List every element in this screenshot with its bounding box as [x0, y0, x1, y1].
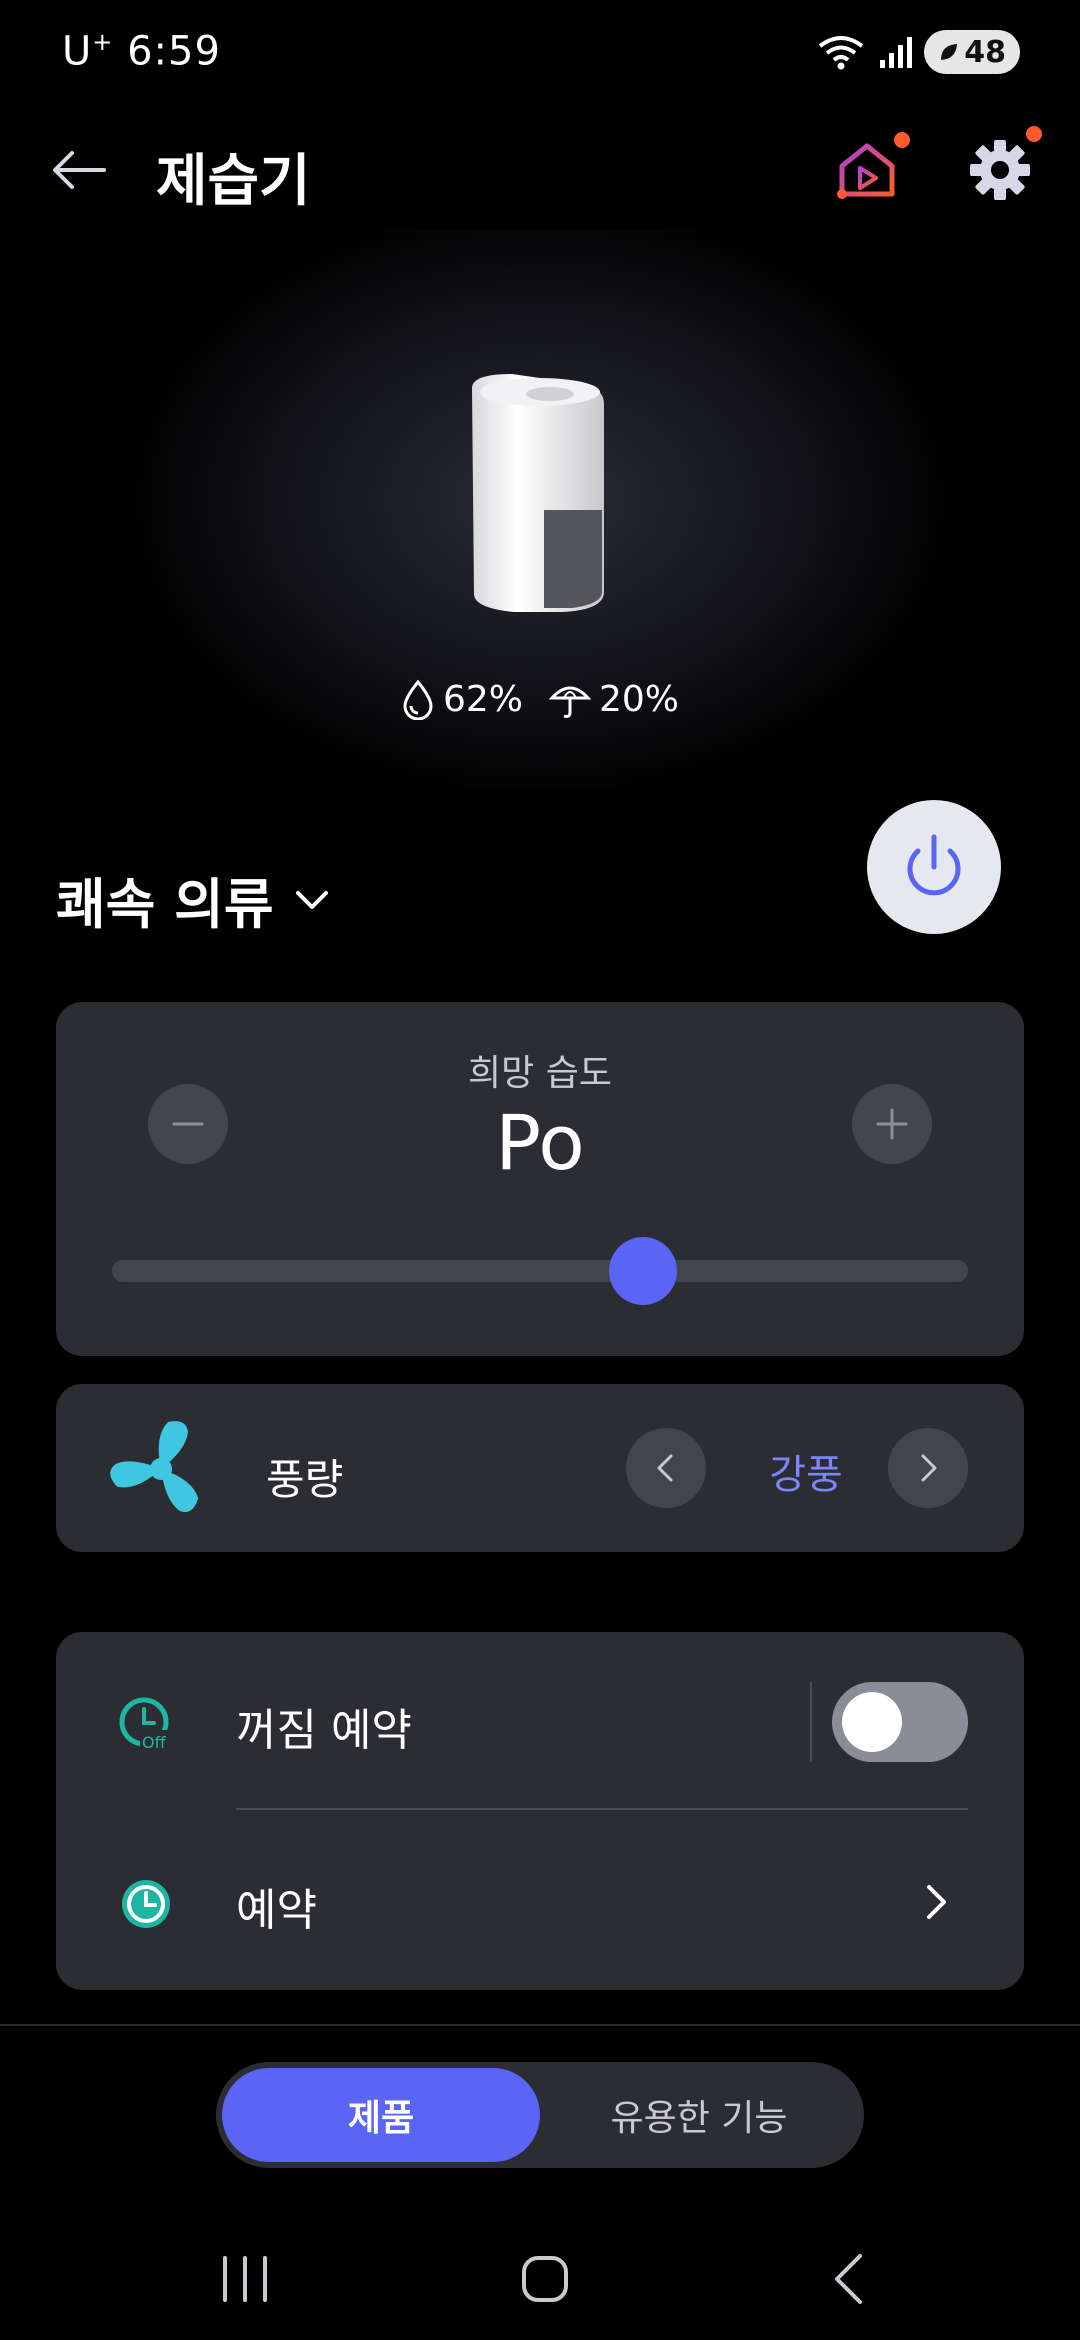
umbrella-icon: [549, 686, 591, 718]
divider: [236, 1808, 968, 1810]
humidity-readout: 62%: [401, 678, 523, 720]
divider: [0, 2024, 1080, 2026]
decrease-humidity-button[interactable]: [148, 1084, 228, 1164]
system-navigation-bar: [0, 2220, 1080, 2340]
clock: 6:59: [127, 28, 221, 75]
timer-off-icon: Off: [119, 1697, 174, 1752]
fan-speed-label: 풍량: [266, 1455, 344, 1504]
humidity-slider-track[interactable]: [112, 1260, 968, 1282]
fan-speed-value: 강풍: [769, 1452, 843, 1498]
fan-speed-prev-button[interactable]: [626, 1428, 706, 1508]
fan-speed-card: 풍량 강풍: [56, 1384, 1024, 1552]
status-bar: U+ 6:59 48: [0, 0, 1080, 110]
battery-level: 48: [964, 34, 1006, 70]
carrier-time: U+ 6:59: [62, 28, 221, 74]
wifi-icon: [819, 36, 864, 70]
arrow-left-icon: [53, 151, 106, 189]
carrier-name: U: [62, 28, 93, 75]
back-button[interactable]: [44, 140, 114, 200]
carrier-sup: +: [92, 28, 114, 56]
reservation-row[interactable]: 예약: [56, 1812, 1024, 1990]
settings-button[interactable]: [964, 126, 1042, 206]
dehumidifier-image: [472, 374, 604, 612]
app-header: 제습기: [0, 110, 1080, 230]
back-nav-icon[interactable]: [815, 2244, 885, 2314]
status-icons: 48: [816, 30, 1020, 74]
humidity-value: 62%: [442, 678, 523, 720]
page-title: 제습기: [156, 149, 311, 214]
off-timer-row[interactable]: Off 꺼짐 예약: [56, 1632, 1024, 1810]
power-icon: [907, 834, 961, 896]
water-tank-readout: 20%: [549, 678, 679, 720]
off-timer-label: 꺼짐 예약: [236, 1705, 412, 1756]
sensor-readouts: 62% 20%: [0, 678, 1080, 720]
minus-icon: [172, 1122, 204, 1126]
power-button[interactable]: [867, 800, 1001, 934]
chevron-right-icon: [927, 1885, 946, 1919]
humidity-slider-thumb[interactable]: [608, 1237, 677, 1305]
target-humidity-card: 희망 습도 Po: [56, 1002, 1024, 1356]
toggle-knob: [842, 1692, 902, 1752]
divider: [810, 1682, 812, 1762]
mode-selector[interactable]: 쾌속 의류: [56, 860, 332, 939]
water-drop-icon: [403, 679, 433, 720]
reservation-label: 예약: [236, 1885, 317, 1936]
fan-speed-next-button[interactable]: [888, 1428, 968, 1508]
gear-icon: [970, 140, 1030, 200]
fan-icon: [110, 1421, 199, 1513]
leaf-icon: [941, 44, 958, 60]
device-hero: 62% 20%: [0, 230, 1080, 790]
off-timer-toggle[interactable]: [832, 1682, 968, 1762]
schedule-card: Off 꺼짐 예약 예약: [56, 1632, 1024, 1990]
notification-dot: [1026, 126, 1042, 142]
plus-icon: [876, 1108, 908, 1140]
tab-useful-features[interactable]: 유용한 기능: [540, 2068, 858, 2162]
notification-dot: [894, 132, 910, 148]
mode-label: 쾌속 의류: [56, 873, 274, 936]
recent-apps-icon[interactable]: [210, 2244, 280, 2314]
tab-product[interactable]: 제품: [222, 2068, 540, 2162]
chevron-down-icon: [295, 890, 328, 909]
clock-icon: [122, 1880, 170, 1928]
water-tank-value: 20%: [599, 678, 680, 720]
chevron-left-icon: [657, 1454, 673, 1482]
increase-humidity-button[interactable]: [852, 1084, 932, 1164]
battery-indicator: 48: [924, 30, 1020, 74]
home-play-icon: [837, 143, 895, 199]
bottom-tab-switch: 제품 유용한 기능: [216, 2062, 864, 2168]
home-icon[interactable]: [510, 2244, 580, 2314]
chevron-right-icon: [921, 1454, 937, 1482]
home-video-button[interactable]: [832, 132, 910, 204]
svg-text:Off: Off: [142, 1733, 167, 1752]
signal-icon: [880, 37, 913, 68]
